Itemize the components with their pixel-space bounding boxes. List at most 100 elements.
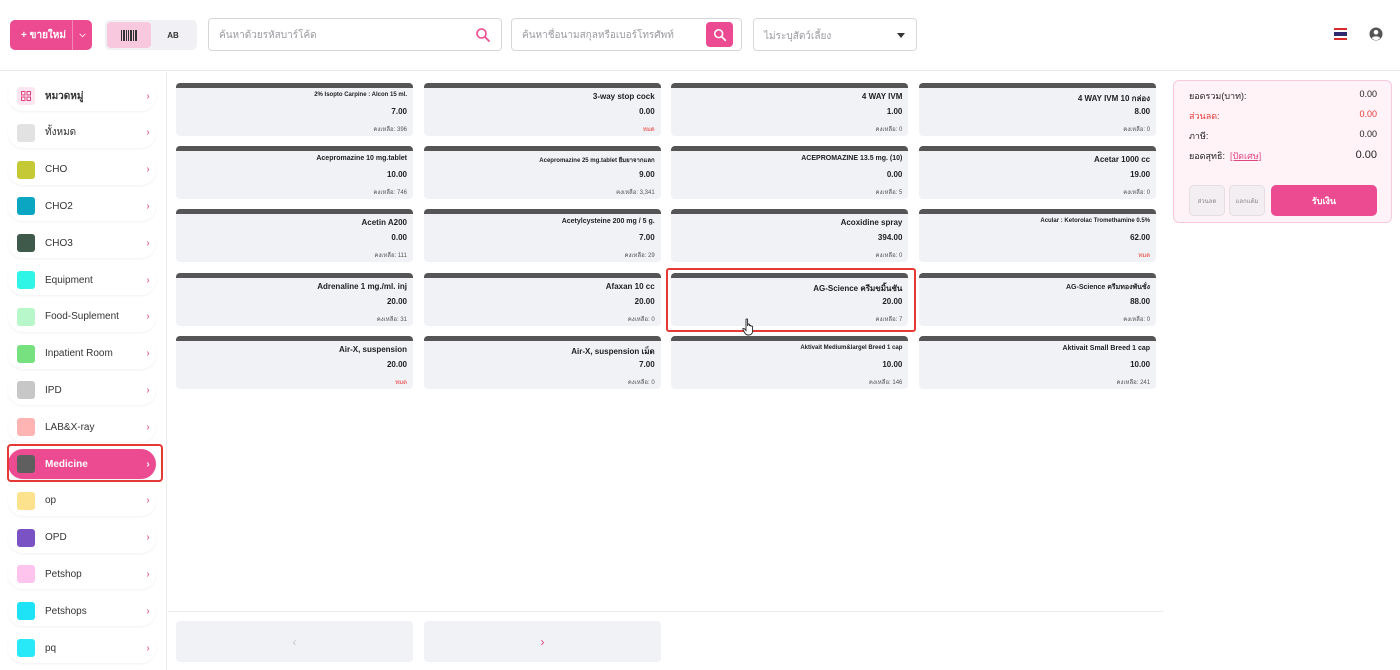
redeem-points-button[interactable]: แลกแต้ม [1229,185,1265,216]
sidebar-item-food-suplement[interactable]: Food-Suplement › [8,301,156,332]
product-card[interactable]: 4 WAY IVM 1.00 คงเหลือ: 0 [671,83,909,136]
sidebar-item-cho2[interactable]: CHO2 › [8,191,156,222]
new-sale-label: + ขายใหม่ [21,29,66,41]
product-name: 2% Isopto Carpine : Alcon 15 ml. [314,92,407,98]
product-stock: คงเหลือ: 0 [1123,127,1151,133]
product-card[interactable]: Air-X, suspension 20.00 หมด [176,335,413,389]
product-card[interactable]: ACEPROMAZINE 13.5 mg. (10) 0.00 คงเหลือ: 5 [671,146,909,200]
sidebar-item-label: หมวดหมู่ [45,90,84,102]
product-stock: คงเหลือ: 396 [373,127,407,133]
customer-search-button[interactable] [706,22,733,47]
product-card[interactable]: Acoxidine spray 394.00 คงเหลือ: 0 [671,209,909,263]
thai-flag-icon[interactable] [1334,28,1347,40]
product-price: 20.00 [386,296,407,306]
product-stock: คงเหลือ: 5 [875,190,903,197]
product-stock: คงเหลือ: 146 [868,379,903,386]
sidebar-item-ipd[interactable]: IPD › [8,375,156,406]
product-stock: คงเหลือ: 31 [376,316,407,323]
category-sidebar: หมวดหมู่ › ทั้งหมด › CHO › CHO2 › CHO3 › Equipment… [0,72,167,670]
category-color-swatch [17,197,35,216]
search-icon [713,28,726,41]
product-card[interactable]: Afaxan 10 cc 20.00 คงเหลือ: 0 [423,272,661,326]
product-card[interactable]: Aktivait Medium&largel Breed 1 cap 10.00 ค… [671,335,909,389]
product-price: 394.00 [877,233,903,243]
chevron-right-icon: › [146,274,150,286]
discount-button[interactable]: ส่วนลด [1189,185,1225,216]
product-card[interactable]: Acetylcysteine 200 mg / 5 g. 7.00 คงเหลือ:… [423,209,661,263]
sidebar-item-inpatient-room[interactable]: Inpatient Room › [8,338,156,369]
user-circle-icon[interactable] [1369,27,1383,41]
product-price: 0.00 [886,170,903,180]
sidebar-item-equipment[interactable]: Equipment › [8,265,156,295]
sidebar-item-lab-x-ray[interactable]: LAB&X-ray › [8,412,156,443]
receive-payment-button[interactable]: รับเงิน [1271,185,1377,216]
product-name: Acepromazine 10 mg.tablet [316,155,407,163]
sidebar-item-label: op [45,495,57,507]
barcode-icon [121,29,137,41]
barcode-mode-button[interactable] [107,22,151,48]
chevron-down-icon[interactable]: ⌵ [73,30,92,40]
sidebar-item-pq[interactable]: pq › [8,633,156,663]
ab-mode-button[interactable]: AB [151,22,195,48]
sidebar-item-opd[interactable]: OPD › [8,522,156,553]
product-name: 4 WAY IVM [861,92,903,101]
product-stock: คงเหลือ: 111 [374,253,407,260]
product-name: AG-Science ครีมทองพันชั่ง [1065,283,1151,291]
chevron-left-icon: ‹ [292,634,297,649]
product-name: Acetar 1000 cc [1094,155,1151,165]
sidebar-item-petshop[interactable]: Petshop › [8,559,156,590]
product-stock: คงเหลือ: 0 [1123,190,1151,197]
prev-page-button[interactable]: ‹ [176,621,413,662]
category-color-swatch [17,639,35,657]
chevron-right-icon: › [146,237,150,249]
product-price: 10.00 [882,359,903,369]
out-of-stock-badge: หมด [642,127,655,133]
chevron-right-icon: › [146,200,150,212]
category-color-swatch [17,271,35,289]
sidebar-item-petshops[interactable]: Petshops › [8,596,156,627]
product-card[interactable]: Acepromazine 10 mg.tablet 10.00 คงเหลือ: 7… [176,146,413,200]
search-icon[interactable] [475,27,491,43]
product-price: 7.00 [639,233,655,243]
product-card[interactable]: AG-Science ครีมทองพันชั่ง 88.00 คงเหลือ: 0 [919,272,1157,326]
total-row: ยอดรวม(บาท): 0.00 [1189,89,1377,103]
product-card[interactable]: Aktivait Small Breed 1 cap 10.00 คงเหลือ: … [919,335,1157,389]
chevron-right-icon: › [146,384,150,396]
product-card[interactable]: 4 WAY IVM 10 กล่อง 8.00 คงเหลือ: 0 [919,83,1157,136]
sidebar-item--[interactable]: ทั้งหมด › [8,117,156,148]
sidebar-item-label: OPD [45,532,67,544]
sidebar-item-label: Equipment [45,274,93,286]
sidebar-item-label: CHO2 [45,200,73,212]
chevron-right-icon: › [146,164,150,176]
sidebar-item-label: Petshops [45,605,87,617]
chevron-right-icon: › [146,348,150,360]
product-card[interactable]: Acepromazine 25 mg.tablet ยืมยาจากแลก 9.0… [423,146,661,200]
category-color-swatch [17,307,35,326]
product-price: 10.00 [1130,359,1151,369]
pet-select-dropdown[interactable]: ไม่ระบุสัตว์เลี้ยง [753,18,917,51]
product-card[interactable]: 3-way stop cock 0.00 หมด [423,83,661,136]
product-price: 88.00 [1130,296,1151,306]
product-price: 7.00 [391,107,407,116]
customer-search-input[interactable] [522,27,702,43]
sidebar-item-cho[interactable]: CHO › [8,154,156,185]
sidebar-header-categories[interactable]: หมวดหมู่ › [8,81,156,111]
sidebar-item-op[interactable]: op › [8,485,156,516]
product-card[interactable]: Air-X, suspension เม็ด 7.00 คงเหลือ: 0 [423,335,661,389]
product-card[interactable]: Adrenaline 1 mg./ml. inj 20.00 คงเหลือ: 31 [176,272,413,326]
new-sale-button[interactable]: + ขายใหม่ ⌵ [10,20,92,50]
active-category-highlight [7,444,163,482]
product-name: Acular : Ketorolac Tromethamine 0.5% [1040,218,1151,225]
product-price: 20.00 [634,296,655,306]
sidebar-item-label: CHO3 [45,237,73,249]
product-card[interactable]: 2% Isopto Carpine : Alcon 15 ml. 7.00 คงเห… [176,83,413,136]
sidebar-item-label: Inpatient Room [45,348,113,360]
barcode-search-input[interactable] [219,27,459,43]
product-name: Afaxan 10 cc [605,281,655,291]
product-card[interactable]: Acetar 1000 cc 19.00 คงเหลือ: 0 [919,146,1157,200]
product-card[interactable]: Acular : Ketorolac Tromethamine 0.5% 62.0… [919,209,1157,263]
product-card[interactable]: Acetin A200 0.00 คงเหลือ: 111 [176,209,413,263]
next-page-button[interactable]: › [424,621,661,662]
sidebar-item-cho3[interactable]: CHO3 › [8,228,156,259]
round-off-link[interactable]: [ปัดเศษ] [1230,151,1261,161]
